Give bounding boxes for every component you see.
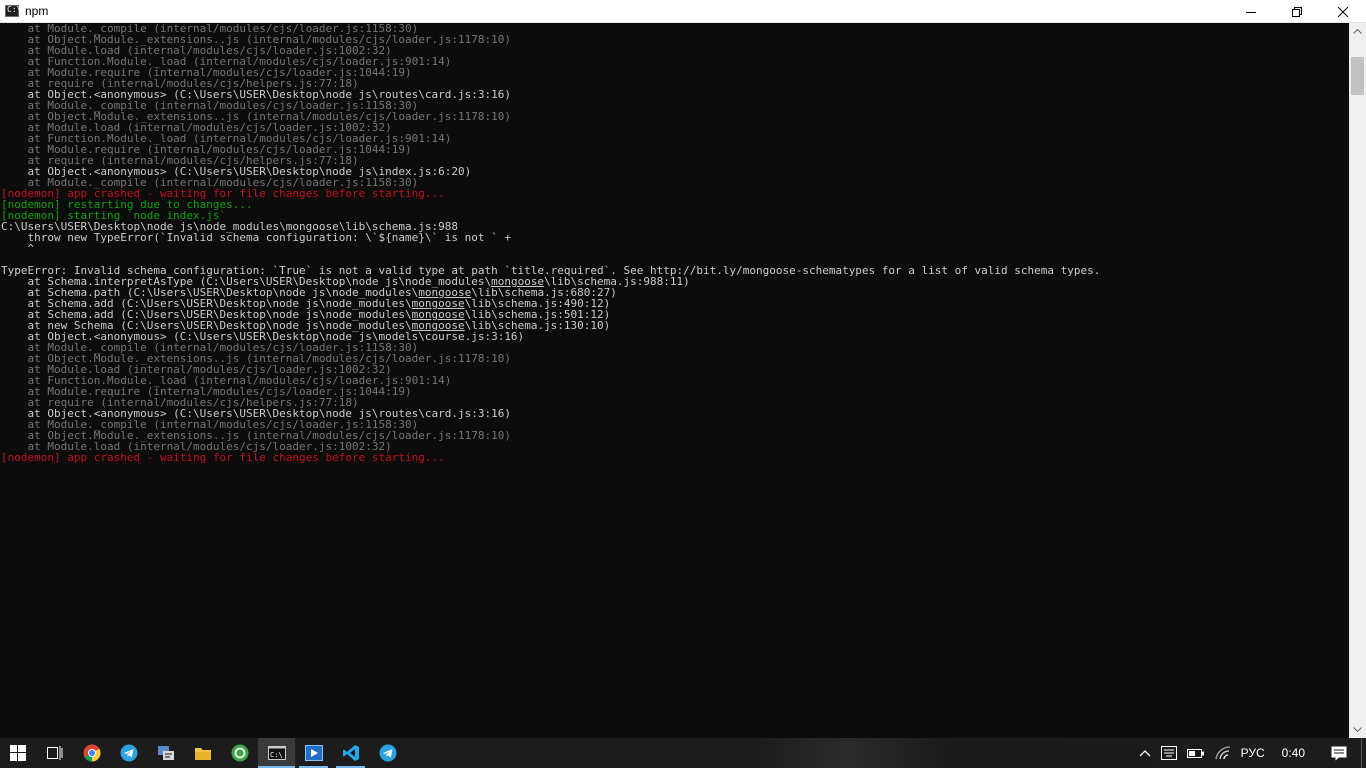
console-text: throw new TypeError(`Invalid schema conf… (1, 231, 511, 244)
restore-button[interactable] (1274, 0, 1320, 23)
console-line: ^ (0, 243, 1349, 254)
taskbar-player[interactable] (295, 738, 332, 768)
task-view-icon (46, 746, 62, 760)
taskbar-explorer[interactable] (184, 738, 221, 768)
chevron-up-icon (1139, 750, 1151, 757)
scrollbar-thumb[interactable] (1351, 57, 1364, 95)
show-hidden-icons-button[interactable] (1134, 738, 1156, 768)
telegram-icon (120, 744, 137, 762)
scroll-up-icon[interactable] (1353, 29, 1362, 34)
chrome-icon (83, 744, 101, 762)
taskbar-app-green[interactable] (221, 738, 258, 768)
show-desktop-button[interactable] (1361, 738, 1366, 768)
taskbar-cmd[interactable]: C:\ (258, 738, 295, 768)
console-text: [nodemon] app crashed - waiting for file… (1, 451, 445, 464)
close-icon (1338, 6, 1348, 17)
tray-keyboard[interactable] (1156, 738, 1182, 768)
taskbar-vscode[interactable] (332, 738, 369, 768)
clock-time: 0:40 (1281, 746, 1305, 760)
language-label: РУС (1240, 746, 1265, 760)
taskbar-app[interactable] (147, 738, 184, 768)
windows-icon (10, 745, 26, 761)
task-view-button[interactable] (36, 738, 73, 768)
console-line: [nodemon] app crashed - waiting for file… (0, 452, 1349, 463)
player-icon (304, 745, 323, 761)
window-title: npm (25, 4, 49, 18)
taskbar-telegram-2[interactable] (369, 738, 406, 768)
minimize-icon (1246, 11, 1256, 13)
taskbar-chrome[interactable] (73, 738, 110, 768)
window-controls (1228, 0, 1366, 23)
action-center-button[interactable] (1317, 738, 1361, 768)
console-icon-glyph: C:\ (7, 5, 22, 14)
folder-icon (194, 748, 211, 760)
console-line: throw new TypeError(`Invalid schema conf… (0, 232, 1349, 243)
svg-text:C:\: C:\ (270, 751, 283, 759)
taskbar-telegram[interactable] (110, 738, 147, 768)
wifi-icon (1214, 746, 1230, 760)
taskbar: C:\ РУС 0:40 (0, 738, 1366, 768)
vertical-scrollbar[interactable] (1349, 23, 1366, 738)
close-button[interactable] (1320, 0, 1366, 23)
notifications-icon (1331, 746, 1347, 760)
language-indicator[interactable]: РУС (1236, 738, 1270, 768)
tray-network[interactable] (1210, 738, 1236, 768)
console-text: ^ (1, 242, 35, 255)
green-app-icon (231, 744, 248, 762)
console-output[interactable]: at Module._compile (internal/modules/cjs… (0, 23, 1349, 738)
keyboard-icon (1160, 746, 1177, 760)
scroll-down-icon[interactable] (1353, 727, 1362, 732)
minimize-button[interactable] (1228, 0, 1274, 23)
vscode-icon (342, 745, 359, 761)
battery-icon (1186, 749, 1204, 758)
app-icon (157, 746, 174, 760)
system-tray: РУС 0:40 (1134, 738, 1366, 768)
console-icon: C:\ (267, 746, 286, 760)
telegram-icon (379, 744, 396, 762)
start-button[interactable] (0, 738, 36, 768)
clock[interactable]: 0:40 (1270, 738, 1317, 768)
restore-icon (1292, 6, 1302, 17)
title-bar[interactable]: C:\ npm (0, 0, 1366, 23)
console-icon[interactable]: C:\ (5, 5, 22, 17)
tray-battery[interactable] (1182, 738, 1210, 768)
